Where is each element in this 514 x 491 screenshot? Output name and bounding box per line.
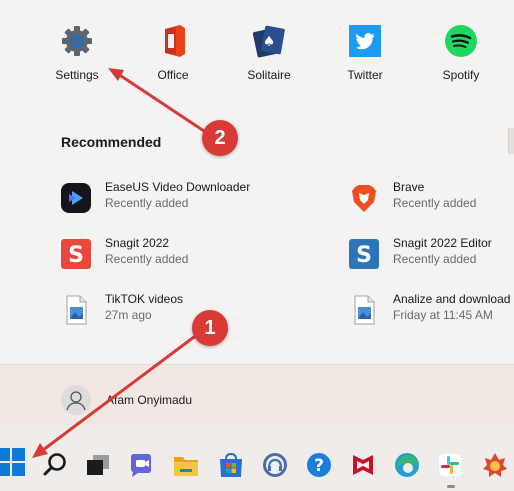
slack-icon [439, 454, 461, 476]
recommended-item-snagit[interactable]: S Snagit 2022 Recently added [60, 234, 290, 274]
brave-icon [352, 185, 376, 212]
game-icon [483, 453, 507, 477]
microsoft-store-button[interactable] [217, 451, 245, 479]
pinned-app-label: Solitaire [247, 68, 291, 82]
image-file-icon [66, 295, 87, 325]
store-icon [220, 452, 242, 477]
item-name: Snagit 2022 Editor [393, 236, 492, 250]
item-subtitle: Friday at 11:45 AM [393, 308, 493, 322]
help-icon: ? [307, 453, 331, 477]
start-button[interactable] [0, 445, 28, 477]
item-subtitle: Recently added [393, 252, 477, 266]
recommended-item-snagit-editor[interactable]: S Snagit 2022 Editor Recently added [348, 234, 514, 274]
pinned-app-label: Office [157, 68, 189, 82]
avatar[interactable] [61, 385, 91, 415]
windows-logo-icon [0, 448, 25, 476]
office-icon [165, 25, 185, 57]
annotation-badge-1: 1 [192, 310, 228, 346]
edge-button[interactable] [393, 451, 421, 479]
item-subtitle: 27m ago [105, 308, 152, 322]
item-name: Brave [393, 180, 425, 194]
snagit-editor-icon: S [349, 239, 379, 269]
svg-text:S: S [356, 243, 372, 268]
item-name: Analize and download [393, 292, 511, 306]
chat-icon [131, 454, 151, 477]
item-subtitle: Recently added [393, 196, 477, 210]
file-explorer-button[interactable] [172, 451, 200, 479]
pinned-app-office[interactable]: Office [133, 24, 213, 82]
active-app-indicator [447, 485, 455, 488]
svg-text:?: ? [314, 456, 324, 476]
recommended-item-brave[interactable]: Brave Recently added [348, 178, 514, 218]
mcafee-icon [353, 455, 373, 475]
app-button[interactable] [261, 451, 289, 479]
folder-icon [174, 457, 198, 476]
pinned-app-label: Twitter [347, 68, 383, 82]
annotation-badge-2: 2 [202, 120, 238, 156]
user-bar: Afam Onyimadu [0, 364, 514, 425]
task-view-icon [87, 455, 109, 475]
taskbar: ? [0, 431, 514, 491]
twitter-icon [349, 25, 381, 57]
spotify-icon [445, 25, 477, 57]
recommended-item-tiktok-videos[interactable]: TikTOK videos 27m ago [60, 290, 290, 330]
start-menu-panel: Settings Office ♠ Solitaire Twitter Spot… [0, 0, 514, 425]
recommended-item-easeus[interactable]: EaseUS Video Downloader Recently added [60, 178, 290, 218]
help-button[interactable]: ? [305, 451, 333, 479]
task-view-button[interactable] [84, 451, 112, 479]
item-name: EaseUS Video Downloader [105, 180, 251, 194]
pinned-app-label: Settings [55, 68, 99, 82]
pinned-app-label: Spotify [442, 68, 480, 82]
user-icon [66, 391, 86, 411]
item-name: TikTOK videos [105, 292, 184, 306]
svg-text:♠: ♠ [263, 34, 276, 50]
edge-icon [395, 453, 419, 477]
item-subtitle: Recently added [105, 196, 189, 210]
search-icon [43, 453, 66, 476]
recommended-item-analize-and-download[interactable]: Analize and download Friday at 11:45 AM [348, 290, 514, 330]
pinned-app-solitaire[interactable]: ♠ Solitaire [229, 24, 309, 82]
game-button[interactable] [481, 451, 509, 479]
headset-icon [263, 453, 287, 477]
pinned-app-twitter[interactable]: Twitter [325, 24, 405, 82]
teams-chat-button[interactable] [127, 451, 155, 479]
search-button[interactable] [41, 451, 69, 479]
snagit-icon: S [61, 239, 91, 269]
recommended-heading: Recommended [61, 134, 162, 150]
item-name: Snagit 2022 [105, 236, 170, 250]
pinned-app-spotify[interactable]: Spotify [421, 24, 501, 82]
settings-gear-icon [62, 26, 92, 56]
more-button[interactable] [508, 128, 514, 154]
image-file-icon [354, 295, 375, 325]
slack-button[interactable] [436, 451, 464, 479]
user-name[interactable]: Afam Onyimadu [106, 393, 192, 407]
easeus-icon [61, 183, 91, 213]
svg-text:S: S [68, 243, 84, 268]
solitaire-icon: ♠ [252, 25, 285, 58]
item-subtitle: Recently added [105, 252, 189, 266]
pinned-app-settings[interactable]: Settings [37, 24, 117, 82]
mcafee-button[interactable] [349, 451, 377, 479]
